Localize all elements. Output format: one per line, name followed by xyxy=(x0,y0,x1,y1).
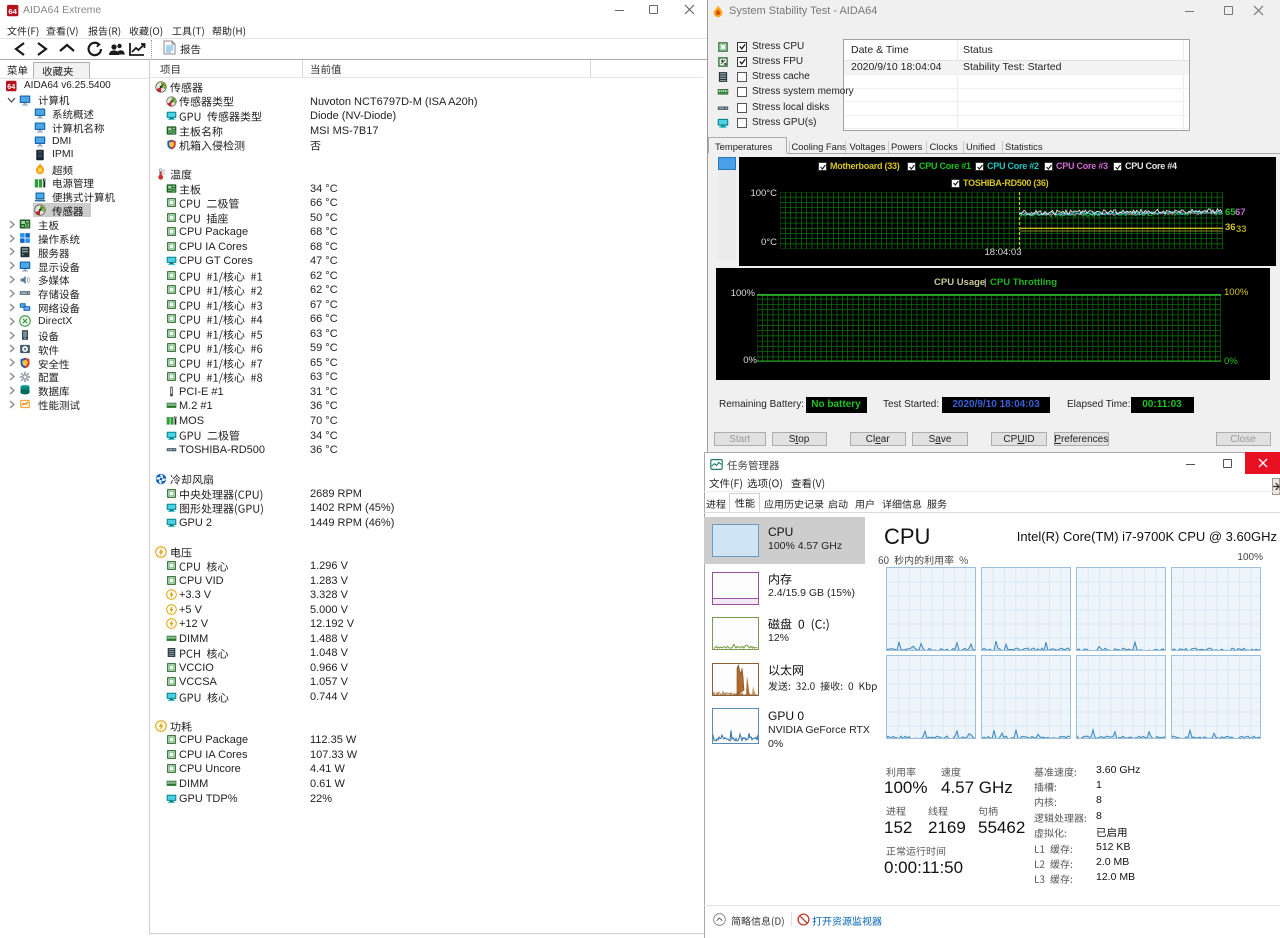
svg-text:64: 64 xyxy=(7,83,15,91)
svg-text:64: 64 xyxy=(8,6,17,15)
